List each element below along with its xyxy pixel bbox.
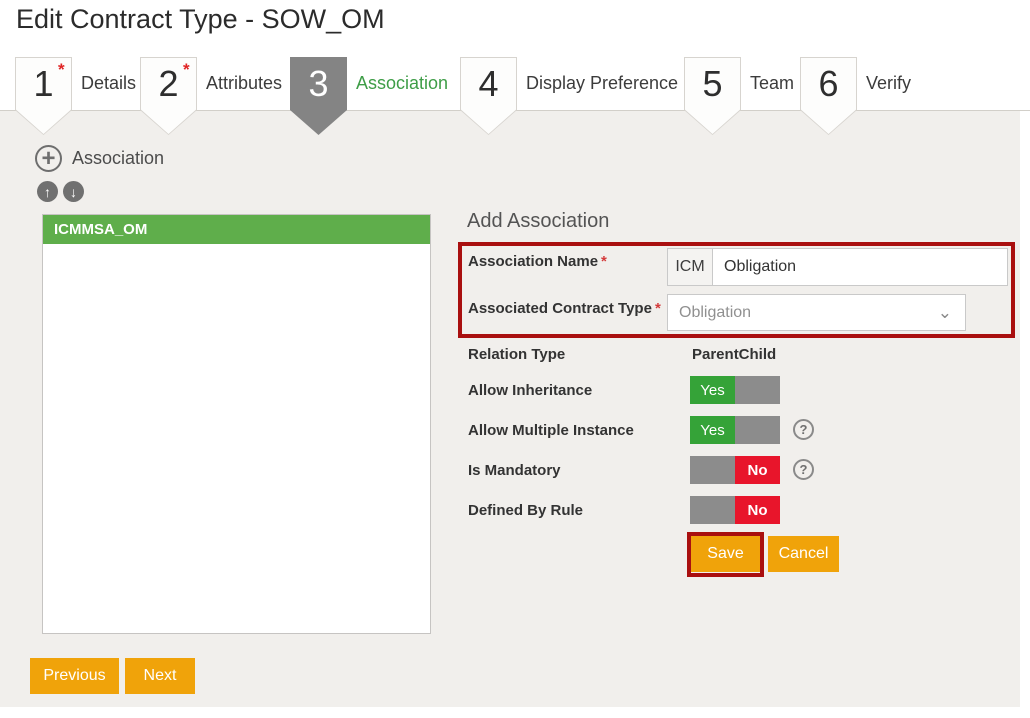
allow-multiple-instance-toggle[interactable]: Yes	[690, 416, 780, 444]
step-label: Display Preference	[526, 57, 678, 110]
toggle-off-label: No	[735, 456, 780, 484]
name-prefix: ICM	[668, 249, 713, 285]
relation-type-label: Relation Type	[468, 346, 565, 363]
add-association-label: Association	[72, 145, 164, 172]
is-mandatory-toggle[interactable]: No	[690, 456, 780, 484]
select-value: Obligation	[679, 304, 938, 322]
step-label: Details	[81, 57, 136, 110]
step-number: 3	[290, 57, 347, 110]
step-label: Verify	[866, 57, 911, 110]
required-asterisk: *	[58, 60, 65, 80]
allow-inheritance-toggle[interactable]: Yes	[690, 376, 780, 404]
save-button[interactable]: Save	[691, 536, 760, 572]
help-icon[interactable]: ?	[793, 419, 814, 440]
associated-contract-type-select[interactable]: Obligation ⌄	[667, 294, 966, 331]
step-number: 6	[800, 57, 857, 110]
relation-type-value: ParentChild	[692, 346, 776, 363]
step-number: 4	[460, 57, 517, 110]
association-name-field: ICM	[667, 248, 1008, 286]
step-label: Association	[356, 57, 448, 110]
step-number: 5	[684, 57, 741, 110]
toggle-on-label: Yes	[690, 416, 735, 444]
association-name-label: Association Name*	[468, 253, 607, 270]
allow-multiple-instance-label: Allow Multiple Instance	[468, 422, 634, 439]
move-down-icon[interactable]: ↓	[63, 181, 84, 202]
defined-by-rule-toggle[interactable]: No	[690, 496, 780, 524]
edit-contract-type-page: Edit Contract Type - SOW_OM 1 * Details …	[0, 0, 1030, 718]
required-asterisk: *	[183, 60, 190, 80]
associated-contract-type-label: Associated Contract Type*	[468, 300, 661, 317]
toggle-track	[735, 376, 780, 404]
allow-inheritance-label: Allow Inheritance	[468, 382, 592, 399]
help-icon[interactable]: ?	[793, 459, 814, 480]
move-up-icon[interactable]: ↑	[37, 181, 58, 202]
step-label: Team	[750, 57, 794, 110]
is-mandatory-label: Is Mandatory	[468, 462, 561, 479]
toggle-off-label: No	[735, 496, 780, 524]
add-association-icon[interactable]: +	[35, 145, 62, 172]
add-association-heading: Add Association	[467, 210, 609, 233]
page-title: Edit Contract Type - SOW_OM	[16, 4, 385, 35]
list-item[interactable]: ICMMSA_OM	[43, 215, 430, 244]
association-name-input[interactable]	[713, 249, 1007, 285]
toggle-track	[690, 496, 735, 524]
defined-by-rule-label: Defined By Rule	[468, 502, 583, 519]
toggle-on-label: Yes	[690, 376, 735, 404]
chevron-down-icon: ⌄	[938, 304, 952, 321]
association-listbox: ICMMSA_OM	[42, 214, 431, 634]
step-label: Attributes	[206, 57, 282, 110]
cancel-button[interactable]: Cancel	[768, 536, 839, 572]
next-button[interactable]: Next	[125, 658, 195, 694]
previous-button[interactable]: Previous	[30, 658, 119, 694]
toggle-track	[690, 456, 735, 484]
toggle-track	[735, 416, 780, 444]
